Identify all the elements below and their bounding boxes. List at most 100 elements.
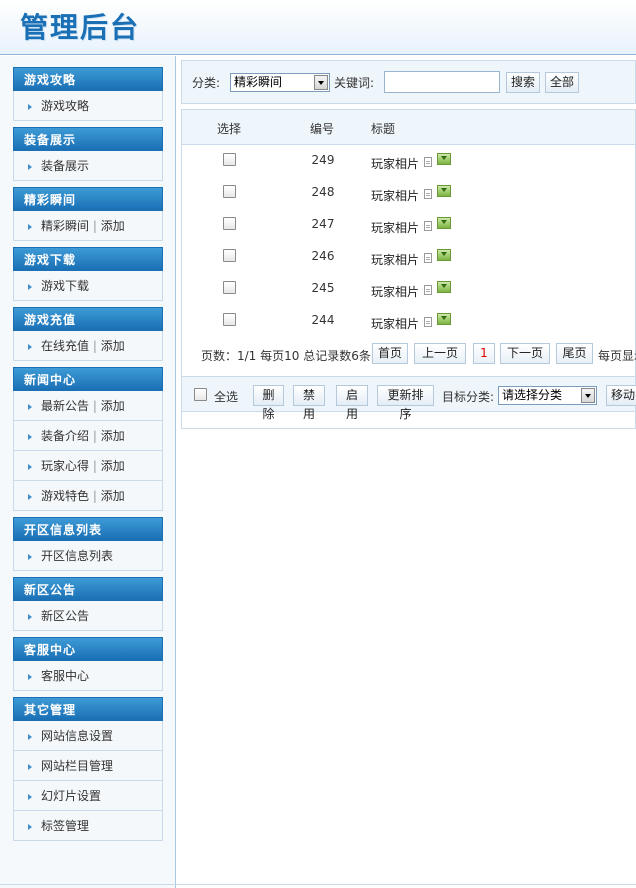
sidebar-add-link[interactable]: 添加	[101, 219, 125, 233]
sidebar-item[interactable]: 客服中心	[13, 661, 163, 691]
enable-button[interactable]: 启用	[336, 385, 368, 421]
sidebar-add-link[interactable]: 添加	[101, 399, 125, 413]
move-button[interactable]: 移动	[606, 385, 636, 406]
sidebar-section-title[interactable]: 新区公告	[13, 577, 163, 601]
row-title-link[interactable]: 玩家相片	[371, 283, 419, 300]
table-row: 246 玩家相片	[182, 242, 635, 274]
document-icon[interactable]	[424, 253, 432, 263]
prev-page-button[interactable]: 上一页	[414, 343, 466, 364]
document-icon[interactable]	[424, 157, 432, 167]
arrow-icon	[28, 463, 32, 470]
table-row: 244 玩家相片	[182, 306, 635, 338]
sidebar-item[interactable]: 网站信息设置	[13, 721, 163, 751]
sidebar-item[interactable]: 幻灯片设置	[13, 781, 163, 811]
sidebar-link[interactable]: 精彩瞬间	[41, 219, 89, 233]
sidebar-item[interactable]: 开区信息列表	[13, 541, 163, 571]
sidebar-section-moments: 精彩瞬间 精彩瞬间 | 添加	[13, 187, 163, 241]
category-label: 分类:	[192, 76, 221, 90]
row-title-link[interactable]: 玩家相片	[371, 315, 419, 332]
sidebar-add-link[interactable]: 添加	[101, 429, 125, 443]
sidebar-item[interactable]: 游戏下载	[13, 271, 163, 301]
select-all-label[interactable]: 全选	[214, 388, 238, 405]
next-page-button[interactable]: 下一页	[500, 343, 550, 364]
image-icon[interactable]	[437, 153, 451, 165]
row-checkbox[interactable]	[223, 313, 236, 326]
sidebar-item[interactable]: 装备展示	[13, 151, 163, 181]
sidebar-section-support: 客服中心 客服中心	[13, 637, 163, 691]
arrow-icon	[28, 613, 32, 620]
filter-toolbar: 分类: 精彩瞬间 关键词: 搜索 全部	[181, 60, 636, 104]
table-row: 248 玩家相片	[182, 178, 635, 210]
document-icon[interactable]	[424, 221, 432, 231]
arrow-icon	[28, 733, 32, 740]
sidebar-section-title[interactable]: 新闻中心	[13, 367, 163, 391]
per-page-label: 每页显示	[598, 349, 636, 363]
sidebar-section-title[interactable]: 客服中心	[13, 637, 163, 661]
select-all-checkbox[interactable]	[194, 388, 207, 401]
sidebar-add-link[interactable]: 添加	[101, 459, 125, 473]
category-select[interactable]: 精彩瞬间	[230, 73, 330, 92]
sidebar-item[interactable]: 游戏攻略	[13, 91, 163, 121]
sidebar-section-title[interactable]: 其它管理	[13, 697, 163, 721]
image-icon[interactable]	[437, 313, 451, 325]
delete-button[interactable]: 删除	[253, 385, 284, 421]
sidebar-link[interactable]: 游戏特色	[41, 489, 89, 503]
row-id: 248	[311, 185, 335, 199]
row-checkbox[interactable]	[223, 217, 236, 230]
disable-button[interactable]: 禁用	[293, 385, 325, 421]
sidebar-section-guides: 游戏攻略 游戏攻略	[13, 67, 163, 121]
arrow-icon	[28, 553, 32, 560]
sidebar-link[interactable]: 玩家心得	[41, 459, 89, 473]
sidebar-item[interactable]: 新区公告	[13, 601, 163, 631]
sidebar-link[interactable]: 在线充值	[41, 339, 89, 353]
target-category-select[interactable]: 请选择分类	[498, 386, 597, 405]
table-row: 245 玩家相片	[182, 274, 635, 306]
row-title-link[interactable]: 玩家相片	[371, 219, 419, 236]
image-icon[interactable]	[437, 217, 451, 229]
row-checkbox[interactable]	[223, 153, 236, 166]
sidebar-add-link[interactable]: 添加	[101, 339, 125, 353]
current-page-button[interactable]: 1	[473, 343, 495, 364]
sidebar-section-title[interactable]: 游戏攻略	[13, 67, 163, 91]
column-header-id: 编号	[310, 122, 335, 136]
sidebar-section-download: 游戏下载 游戏下载	[13, 247, 163, 301]
keyword-input[interactable]	[384, 71, 500, 93]
row-title-link[interactable]: 玩家相片	[371, 251, 419, 268]
sidebar-section-title[interactable]: 装备展示	[13, 127, 163, 151]
row-id: 245	[311, 281, 335, 295]
pagination: 页数：1/1 每页10 总记录数6条 首页 上一页 1 下一页 尾页 每页显示	[182, 341, 636, 367]
show-all-button[interactable]: 全部	[545, 72, 579, 93]
last-page-button[interactable]: 尾页	[556, 343, 593, 364]
column-header-select: 选择	[217, 122, 242, 136]
arrow-icon	[28, 103, 32, 110]
sidebar-link[interactable]: 最新公告	[41, 399, 89, 413]
table-row: 247 玩家相片	[182, 210, 635, 242]
document-icon[interactable]	[424, 285, 432, 295]
update-sort-button[interactable]: 更新排序	[377, 385, 434, 421]
sidebar-link[interactable]: 装备介绍	[41, 429, 89, 443]
sidebar-item[interactable]: 标签管理	[13, 811, 163, 841]
sidebar-section-news: 新闻中心 最新公告 | 添加 装备介绍 | 添加 玩家心得 | 添加 游戏特色 …	[13, 367, 163, 511]
row-title-link[interactable]: 玩家相片	[371, 187, 419, 204]
row-checkbox[interactable]	[223, 249, 236, 262]
arrow-icon	[28, 823, 32, 830]
sidebar-section-title[interactable]: 开区信息列表	[13, 517, 163, 541]
row-checkbox[interactable]	[223, 281, 236, 294]
sidebar-section-title[interactable]: 游戏下载	[13, 247, 163, 271]
first-page-button[interactable]: 首页	[372, 343, 408, 364]
sidebar-section-title[interactable]: 精彩瞬间	[13, 187, 163, 211]
image-icon[interactable]	[437, 281, 451, 293]
image-icon[interactable]	[437, 249, 451, 261]
sidebar-add-link[interactable]: 添加	[101, 489, 125, 503]
arrow-icon	[28, 763, 32, 770]
keyword-label: 关键词:	[334, 76, 375, 90]
document-icon[interactable]	[424, 189, 432, 199]
row-checkbox[interactable]	[223, 185, 236, 198]
row-title-link[interactable]: 玩家相片	[371, 155, 419, 172]
search-button[interactable]: 搜索	[506, 72, 540, 93]
sidebar-item[interactable]: 网站栏目管理	[13, 751, 163, 781]
image-icon[interactable]	[437, 185, 451, 197]
sidebar-section-title[interactable]: 游戏充值	[13, 307, 163, 331]
document-icon[interactable]	[424, 317, 432, 327]
table-header: 选择 编号 标题	[182, 110, 635, 145]
